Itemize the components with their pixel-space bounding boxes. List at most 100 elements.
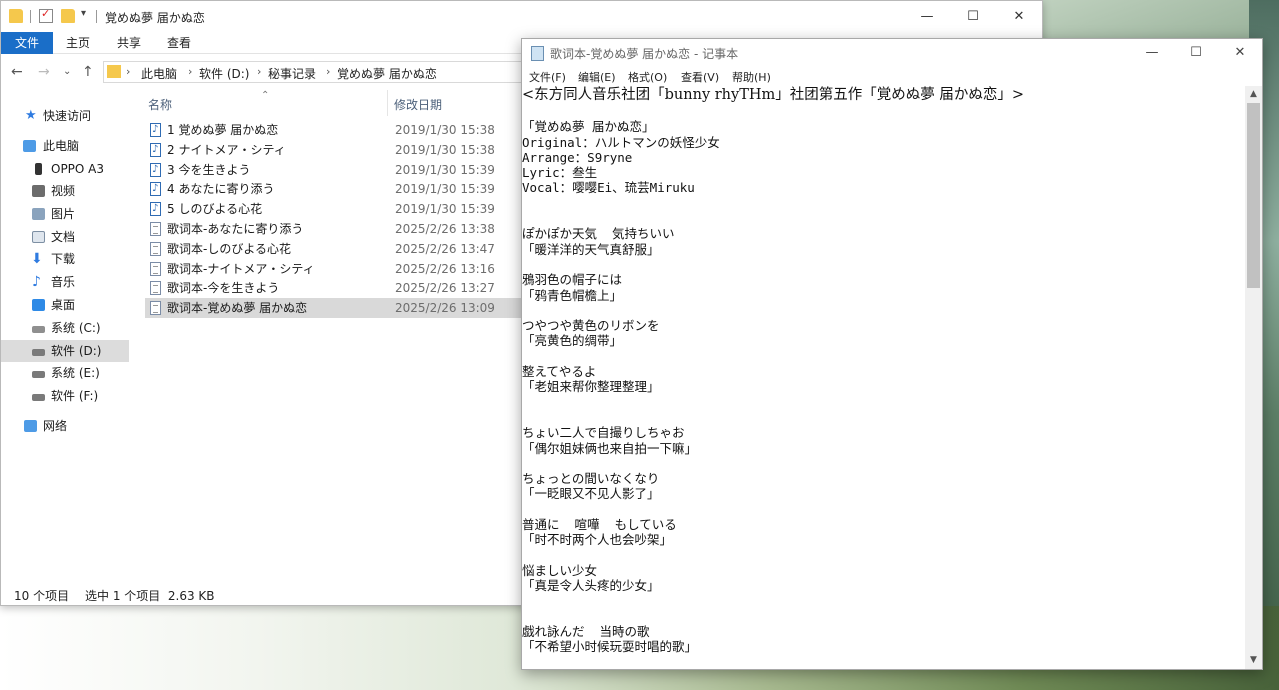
chevron-right-icon: › [257,65,262,78]
scroll-up-icon[interactable]: ▲ [1245,86,1262,103]
minimize-button[interactable]: — [1130,39,1174,67]
nav-label: 桌面 [51,298,76,312]
menu-format[interactable]: 格式(O) [628,69,667,85]
file-name: 歌词本-今を生きよう [167,281,280,296]
chevron-right-icon: › [188,65,193,78]
nav-drive-c[interactable]: 系统 (C:) [1,317,129,339]
maximize-button[interactable]: ☐ [1174,39,1218,67]
text-editor[interactable]: <东方同人音乐社团「bunny rhyTHm」社团第五作「覚めぬ夢 届かぬ恋」>… [522,86,1245,669]
window-title: 覚めぬ夢 届かぬ恋 [105,11,205,25]
menu-help[interactable]: 帮助(H) [732,69,771,85]
audio-file-icon [150,160,161,180]
tab-view[interactable]: 查看 [164,32,194,54]
file-row[interactable]: 歌词本-今を生きよう 2025/2/26 13:27 [145,278,524,298]
nav-documents[interactable]: 文档 [1,226,129,248]
nav-network[interactable]: 网络 [1,415,129,437]
vertical-scrollbar[interactable]: ▲ ▼ [1245,86,1262,669]
file-name: 4 あなたに寄り添う [167,182,275,197]
sort-ascending-icon: ⌃ [261,90,270,101]
file-name: 1 覚めぬ夢 届かぬ恋 [167,123,279,137]
file-row[interactable]: 歌词本-ナイトメア・シティ 2025/2/26 13:16 [145,259,524,279]
text-line: 「覚めぬ夢 届かぬ恋」 [522,119,655,135]
text-line: つやつや黄色のリボンを [522,318,660,334]
computer-icon [23,140,36,152]
star-icon: ★ [25,108,37,123]
text-file-icon [150,301,161,316]
explorer-titlebar[interactable]: ▾ 覚めぬ夢 届かぬ恋 — ☐ ✕ [1,1,1042,32]
menu-view[interactable]: 查看(V) [681,69,719,85]
picture-icon [32,208,45,220]
nav-music[interactable]: ♪ 音乐 [1,271,129,293]
text-line [522,548,1245,563]
up-arrow-icon[interactable]: ↑ [82,64,94,80]
text-line: 「一眨眼又不见人影了」 [522,486,660,502]
text-line: ちょっとの間いなくなり [522,471,660,487]
text-line: ちょい二人で自撮りしちゃお [522,425,685,441]
video-icon [32,185,45,197]
file-row[interactable]: 1 覚めぬ夢 届かぬ恋 2019/1/30 15:38 [145,120,524,140]
minimize-button[interactable]: — [904,1,950,32]
nav-drive-e[interactable]: 系统 (E:) [1,362,129,384]
nav-label: 系统 (E:) [51,366,100,380]
close-button[interactable]: ✕ [996,1,1042,32]
nav-this-pc[interactable]: 此电脑 [1,135,129,157]
file-row[interactable]: 4 あなたに寄り添う 2019/1/30 15:39 [145,179,524,199]
customize-quick-access-icon[interactable]: ▾ [81,8,86,19]
file-name: 歌词本-あなたに寄り添う [167,222,304,236]
text-line: Arrange：S9ryne [522,149,633,165]
tab-home[interactable]: 主页 [63,32,93,54]
file-name: 歌词本-しのびよる心花 [167,241,291,256]
tab-share[interactable]: 共享 [114,32,144,54]
breadcrumb-drive-d[interactable]: 软件 (D:) [199,65,249,82]
text-file-icon [150,261,161,276]
new-folder-icon[interactable] [61,9,75,23]
notepad-titlebar[interactable]: 歌词本-覚めぬ夢 届かぬ恋 - 记事本 — ☐ ✕ [522,39,1262,67]
back-arrow-icon[interactable]: ← [11,64,23,80]
scroll-down-icon[interactable]: ▼ [1245,652,1262,669]
scroll-thumb[interactable] [1247,103,1260,288]
nav-oppo-a3[interactable]: OPPO A3 [1,158,129,180]
breadcrumb-secret-records[interactable]: 秘事记录 [268,65,316,82]
nav-videos[interactable]: 视频 [1,180,129,202]
nav-drive-f[interactable]: 软件 (F:) [1,385,129,407]
forward-arrow-icon[interactable]: → [38,64,50,80]
file-date: 2019/1/30 15:39 [395,202,495,217]
nav-quick-access[interactable]: ★ 快速访问 [1,105,129,127]
menu-edit[interactable]: 编辑(E) [578,69,616,85]
nav-label: 下载 [51,252,76,266]
file-row[interactable]: 5 しのびよる心花 2019/1/30 15:39 [145,199,524,219]
notepad-title: 歌词本-覚めぬ夢 届かぬ恋 - 记事本 [550,47,739,61]
text-file-icon [150,241,161,256]
text-line [522,104,1245,119]
file-date: 2019/1/30 15:39 [395,182,495,197]
text-line [522,456,1245,471]
maximize-button[interactable]: ☐ [950,1,996,32]
menu-file[interactable]: 文件(F) [529,69,566,85]
column-header-date[interactable]: 修改日期 [394,96,442,113]
file-row[interactable]: 歌词本-あなたに寄り添う 2025/2/26 13:38 [145,219,524,239]
file-row[interactable]: 2 ナイトメア・シティ 2019/1/30 15:38 [145,140,524,160]
text-line: 「亮黄色的绸带」 [522,333,623,349]
recent-locations-icon[interactable]: ⌄ [63,66,71,77]
breadcrumb-this-pc[interactable]: 此电脑 [141,65,177,82]
file-row[interactable]: 歌词本-しのびよる心花 2025/2/26 13:47 [145,239,524,259]
properties-icon[interactable] [39,7,53,23]
text-line: 「老姐来帮你整理整理」 [522,379,660,395]
nav-downloads[interactable]: ⬇ 下载 [1,248,129,270]
breadcrumb-current-folder[interactable]: 覚めぬ夢 届かぬ恋 [337,65,437,82]
status-bar: 10 个项目 选中 1 个项目 2.63 KB [1,585,523,605]
lyrics-body: 「覚めぬ夢 届かぬ恋」 Original：ハルトマンの妖怪少女 Arrange：S9… [522,104,1245,669]
nav-drive-d[interactable]: 软件 (D:) [1,340,129,362]
nav-pictures[interactable]: 图片 [1,203,129,225]
close-button[interactable]: ✕ [1218,39,1262,67]
tab-file[interactable]: 文件 [1,32,53,54]
column-divider[interactable] [387,90,388,116]
address-bar[interactable]: › 此电脑 › 软件 (D:) › 秘事记录 › 覚めぬ夢 届かぬ恋 [103,61,523,83]
text-line: 「时不时两个人也会吵架」 [522,532,673,548]
file-date: 2019/1/30 15:38 [395,142,495,157]
file-row[interactable]: 歌词本-覚めぬ夢 届かぬ恋 2025/2/26 13:09 [145,298,524,319]
nav-desktop[interactable]: 桌面 [1,294,129,316]
file-row[interactable]: 3 今を生きよう 2019/1/30 15:39 [145,160,524,180]
column-header-name[interactable]: 名称 [148,96,172,113]
text-line: 「不希望小时候玩耍时唱的歌」 [522,639,698,655]
